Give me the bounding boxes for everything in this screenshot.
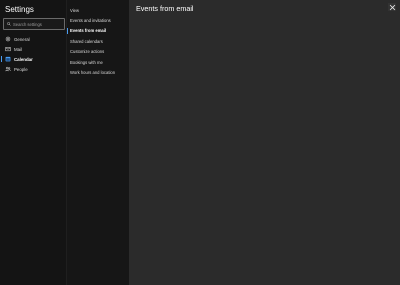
calendar-icon (5, 56, 11, 62)
nav-item-label: Mail (14, 46, 23, 52)
submenu-item-customize-actions[interactable]: Customize actions (70, 47, 129, 57)
search-input[interactable] (11, 21, 59, 27)
nav-item-people[interactable]: People (3, 64, 63, 74)
page-title: Events from email (136, 4, 194, 13)
calendar-submenu: View Events and invitations Events from … (67, 0, 129, 285)
nav-item-general[interactable]: General (3, 34, 63, 44)
submenu-item-shared-calendars[interactable]: Shared calendars (70, 36, 129, 46)
nav-item-calendar[interactable]: Calendar (1, 54, 63, 64)
nav-item-label: People (14, 66, 28, 72)
nav-item-mail[interactable]: Mail (3, 44, 63, 54)
submenu-item-events-from-email[interactable]: Events from email (67, 26, 129, 36)
gear-icon (5, 36, 11, 42)
submenu-item-work-hours-and-location[interactable]: Work hours and location (70, 67, 129, 77)
settings-window: Settings General Mail Calendar (0, 0, 400, 285)
nav-item-label: Calendar (14, 56, 33, 62)
main-panel: Events from email (129, 0, 400, 285)
close-button[interactable] (388, 3, 396, 11)
nav-item-label: General (14, 36, 30, 42)
submenu-item-bookings-with-me[interactable]: Bookings with me (70, 57, 129, 67)
mail-icon (5, 46, 11, 52)
people-icon (5, 66, 11, 72)
submenu-item-events-and-invitations[interactable]: Events and invitations (70, 15, 129, 25)
submenu-item-view[interactable]: View (70, 5, 129, 15)
settings-title: Settings (5, 5, 34, 14)
settings-sidebar: Settings General Mail Calendar (0, 0, 67, 285)
search-box[interactable] (3, 18, 65, 30)
close-icon (389, 4, 395, 10)
